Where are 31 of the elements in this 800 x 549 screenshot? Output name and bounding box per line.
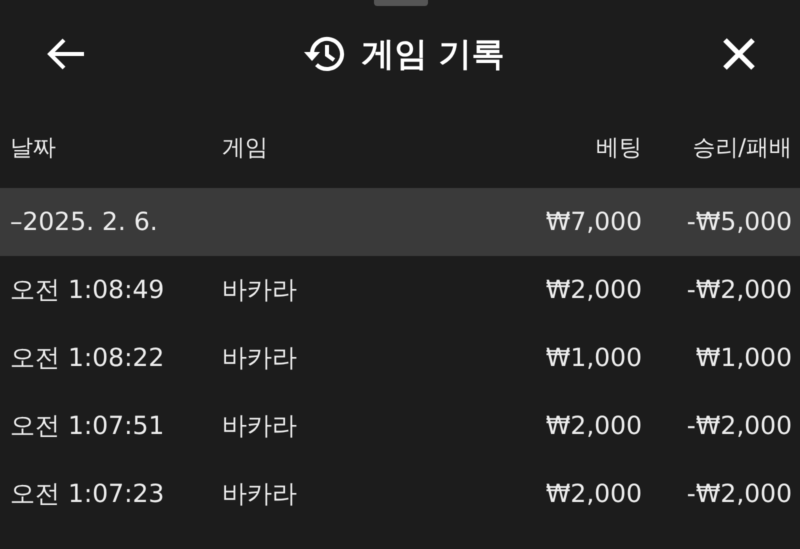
column-header[interactable]: 승리/패배: [692, 134, 792, 161]
game-cell: 바카라: [222, 411, 297, 440]
column-header[interactable]: 게임: [222, 134, 268, 161]
game-cell: 바카라: [222, 479, 297, 508]
game-cell: 바카라: [222, 275, 297, 304]
bet-cell: ₩1,000: [546, 343, 642, 372]
game-cell: 바카라: [222, 343, 297, 372]
back-arrow-icon: [46, 37, 86, 71]
history-icon: [303, 34, 346, 74]
drag-handle[interactable]: [374, 0, 428, 6]
time-cell: 오전 1:07:51: [10, 411, 164, 440]
result-cell: -₩2,000: [686, 479, 792, 508]
time-cell: 오전 1:08:49: [10, 275, 164, 304]
group-bet-total: ₩7,000: [546, 207, 642, 236]
group-date: –2025. 2. 6.: [10, 207, 158, 236]
result-cell: -₩2,000: [686, 275, 792, 304]
result-cell: ₩1,000: [696, 343, 792, 372]
back-button[interactable]: [46, 37, 86, 71]
group-result-total: -₩5,000: [686, 207, 792, 236]
bet-cell: ₩2,000: [546, 275, 642, 304]
time-cell: 오전 1:08:22: [10, 343, 164, 372]
window-title: 게임 기록: [361, 33, 505, 76]
result-cell: -₩2,000: [686, 411, 792, 440]
bet-cell: ₩2,000: [546, 411, 642, 440]
column-header[interactable]: 날짜: [10, 134, 56, 161]
close-button[interactable]: [722, 37, 756, 71]
bet-cell: ₩2,000: [546, 479, 642, 508]
date-group-row[interactable]: –2025. 2. 6. ₩7,000 -₩5,000: [0, 188, 800, 256]
time-cell: 오전 1:07:23: [10, 479, 164, 508]
column-header[interactable]: 베팅: [596, 134, 642, 161]
close-icon: [722, 37, 756, 71]
